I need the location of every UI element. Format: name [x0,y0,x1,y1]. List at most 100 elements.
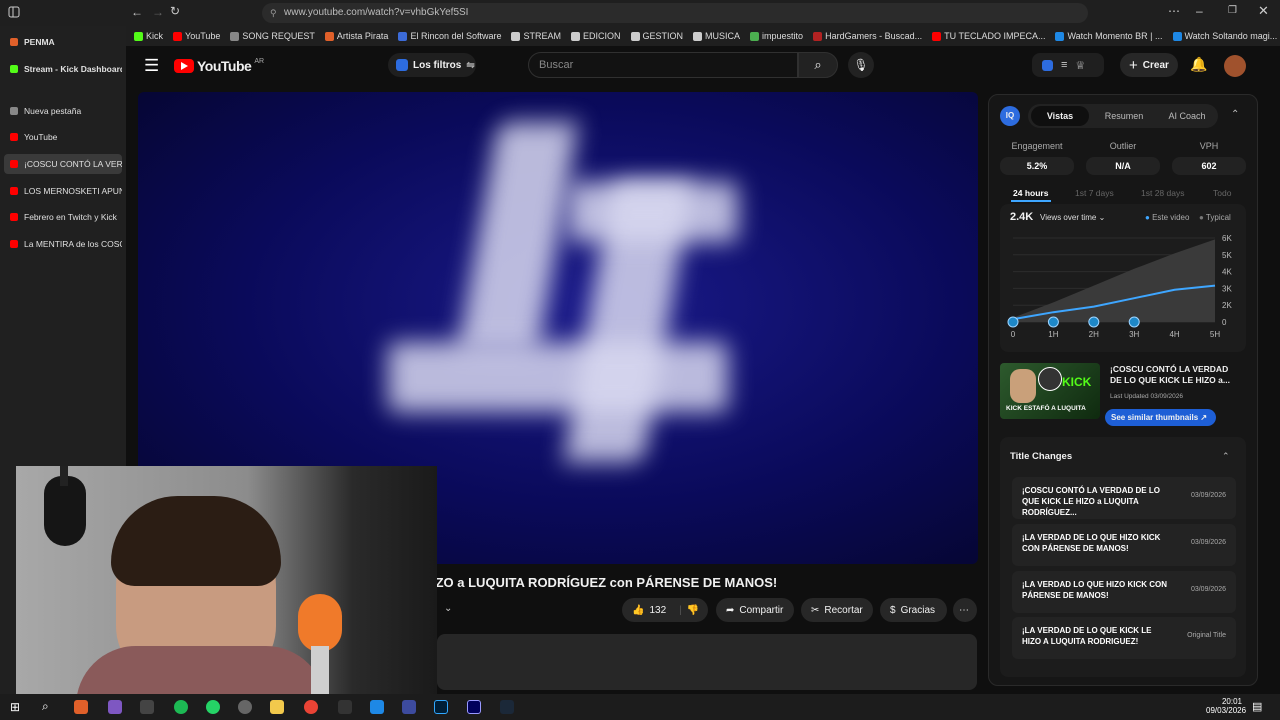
bookmark-item[interactable]: Watch Soltando magi... [1172,31,1278,41]
photoshop-icon[interactable] [434,700,448,714]
list-icon[interactable]: ≡ [1061,59,1067,71]
close-icon[interactable]: ✕ [1258,3,1269,19]
folder-icon[interactable] [270,700,284,714]
thumbnail[interactable]: KICK KICK ESTAFÓ A LUQUITA [1000,363,1100,419]
description-box[interactable] [437,634,977,690]
filters-button[interactable]: Los filtros ⇋ [388,53,476,77]
tab-ai-coach[interactable]: AI Coach [1158,106,1216,126]
share-label: Compartir [739,604,784,616]
minimize-icon[interactable]: – [1196,4,1203,18]
search-input[interactable]: Buscar [528,52,798,78]
sidebar-tab-item[interactable]: Nueva pestaña [4,101,122,121]
bookmark-label: STREAM [523,31,561,41]
create-button[interactable]: + Crear [1120,53,1178,77]
range-7d[interactable]: 1st 7 days [1075,188,1114,198]
thanks-button[interactable]: $ Gracias [880,598,947,622]
bookmark-item[interactable]: Artista Pirata [324,31,388,41]
hour-marker-icon[interactable] [1088,316,1100,328]
range-all[interactable]: Todo [1213,188,1231,198]
person-hair [111,496,281,586]
forward-icon[interactable]: → [152,5,164,19]
taskbar-app-icon[interactable] [370,700,384,714]
bookmark-item[interactable]: Watch Momento BR | ... [1055,31,1163,41]
search-button[interactable]: ⌕ [798,52,838,78]
bookmark-item[interactable]: SONG REQUEST [230,31,315,41]
bookmark-item[interactable]: impuestito [750,31,803,41]
bookmark-item[interactable]: YouTube [173,31,220,41]
taskbar-app-icon[interactable] [108,700,122,714]
back-icon[interactable]: ← [131,5,143,19]
sidebar-tab-item[interactable]: Stream - Kick Dashboard [4,59,122,79]
restore-icon[interactable]: ❐ [1228,5,1237,16]
taskbar-app-icon[interactable] [238,700,252,714]
tab-views[interactable]: Vistas [1031,106,1089,126]
bookmark-label: Watch Momento BR | ... [1067,31,1163,41]
bookmark-item[interactable]: GESTION [630,31,683,41]
bookmark-item[interactable]: El Rincon del Software [398,31,501,41]
search-icon[interactable]: ⌕ [42,699,49,714]
avatar[interactable] [1224,55,1246,77]
bookmark-item[interactable]: EDICION [571,31,621,41]
range-24h[interactable]: 24 hours [1013,188,1048,198]
more-icon[interactable]: ⋯ [1168,4,1180,18]
bookmark-label: Watch Soltando magi... [1184,31,1278,41]
clock[interactable]: 20:01 09/03/2026 [1206,697,1246,715]
sidebar-tab-item[interactable]: LOS MERNOSKETI APUN [4,181,122,201]
browser-icon[interactable] [304,700,318,714]
title-change-item[interactable]: ¡COSCU CONTÓ LA VERDAD DE LO QUE KICK LE… [1012,477,1236,519]
windows-start-icon[interactable]: ⊞ [10,700,20,714]
more-actions-button[interactable]: ⋯ [953,598,977,622]
dislike-icon[interactable]: 👎 [687,605,699,616]
similar-thumbnails-button[interactable]: See similar thumbnails ↗ [1105,409,1216,426]
spotify-icon[interactable] [174,700,188,714]
bookmark-item[interactable]: HardGamers - Buscad... [813,31,922,41]
menu-icon[interactable]: ☰ [144,56,159,76]
whatsapp-icon[interactable] [206,700,220,714]
taskbar-app-icon[interactable] [338,700,352,714]
youtube-logo[interactable]: YouTube AR [174,58,264,74]
sidebar-tab-item[interactable]: PENMA [4,32,122,52]
like-count[interactable]: 132 [649,605,666,616]
share-button[interactable]: ➦ Compartir [716,598,794,622]
taskbar-app-icon[interactable] [402,700,416,714]
premiere-icon[interactable] [467,700,481,714]
notifications-bell-icon[interactable]: 🔔 [1190,56,1207,73]
hour-marker-icon[interactable] [1047,316,1059,328]
bookmark-item[interactable]: TU TECLADO IMPECA... [932,31,1045,41]
collapse-icon[interactable]: ⌃ [1231,109,1239,120]
sidebar-tab-item[interactable]: Febrero en Twitch y Kick [4,207,122,227]
taskbar-app-icon[interactable] [140,700,154,714]
tab-summary[interactable]: Resumen [1095,106,1153,126]
sidebar-tab-item[interactable]: La MENTIRA de los COSC [4,234,122,254]
site-info-icon[interactable]: ⚲ [270,3,277,23]
steam-icon[interactable] [500,700,514,714]
award-icon[interactable]: ♕ [1075,59,1085,72]
hour-marker-icon[interactable] [1128,316,1140,328]
vidiq-icon[interactable] [1042,59,1053,71]
chevron-up-icon[interactable]: ⌃ [1222,451,1230,462]
taskbar-app-icon[interactable] [74,700,88,714]
sidebar-toggle-icon[interactable] [8,6,20,18]
bookmarks-bar: Kick YouTube SONG REQUEST Artista Pirata El … [126,26,1280,46]
chevron-down-icon[interactable]: ⌄ [444,603,452,614]
bookmark-item[interactable]: Kick [134,31,163,41]
range-28d[interactable]: 1st 28 days [1141,188,1184,198]
reload-icon[interactable]: ↻ [170,4,180,18]
extension-tools[interactable]: ≡ ♕ [1032,53,1104,77]
address-bar[interactable]: ⚲ www.youtube.com/watch?v=vhbGkYef5SI [262,3,1088,23]
notifications-icon[interactable]: ▤ [1252,700,1262,713]
voice-search-button[interactable]: 🎙 [848,52,874,78]
like-icon[interactable]: 👍 [632,605,644,616]
youtube-header: ☰ YouTube AR Los filtros ⇋ Buscar ⌕ 🎙 ≡ … [126,46,1280,86]
hour-marker-icon[interactable] [1007,316,1019,328]
views-dropdown[interactable]: Views over time ⌄ [1040,213,1105,222]
bookmark-item[interactable]: STREAM [511,31,561,41]
legend-typical: ● Typical [1199,213,1231,222]
bookmark-item[interactable]: MUSICA [693,31,740,41]
title-change-item[interactable]: ¡LA VERDAD DE LO QUE HIZO KICK CON PÁREN… [1012,524,1236,566]
title-change-item[interactable]: ¡LA VERDAD LO QUE HIZO KICK CON PÁRENSE … [1012,571,1236,613]
clip-button[interactable]: ✂ Recortar [801,598,873,622]
title-change-item[interactable]: ¡LA VERDAD DE LO QUE KICK LE HIZO A LUQU… [1012,617,1236,659]
sidebar-tab-item[interactable]: YouTube [4,127,122,147]
sidebar-tab-item[interactable]: ¡COSCU CONTÓ LA VERDAD [4,154,122,174]
